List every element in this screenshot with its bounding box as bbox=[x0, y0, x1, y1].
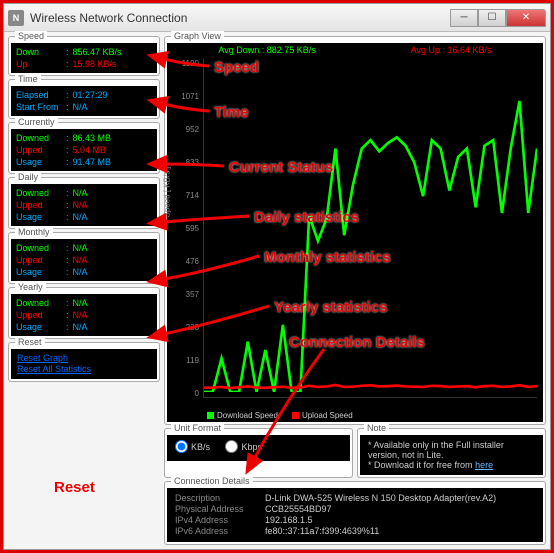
yearly-panel: Yearly Downed:N/A Upped:N/A Usage:N/A bbox=[8, 287, 160, 339]
download-link[interactable]: here bbox=[475, 460, 493, 470]
y-axis: 119010719528337145954763572381190 bbox=[169, 59, 199, 398]
unit-kbps-radio[interactable]: Kbps bbox=[225, 440, 262, 453]
connection-details-panel: Connection Details DescriptionD-Link DWA… bbox=[164, 481, 546, 545]
minimize-button[interactable]: ─ bbox=[450, 9, 478, 27]
daily-panel: Daily Downed:N/A Upped:N/A Usage:N/A bbox=[8, 177, 160, 229]
reset-panel: Reset Reset Graph Reset All Statistics bbox=[8, 342, 160, 382]
download-legend-icon bbox=[207, 412, 214, 419]
reset-all-link[interactable]: Reset All Statistics bbox=[17, 364, 151, 375]
unit-kbs-radio[interactable]: KB/s bbox=[175, 440, 210, 453]
graph-panel: Graph View Avg Down : 882.75 KB/s Avg Up… bbox=[164, 36, 546, 425]
note-panel: Note * Available only in the Full instal… bbox=[357, 428, 546, 478]
reset-graph-link[interactable]: Reset Graph bbox=[17, 353, 151, 364]
speed-chart bbox=[204, 59, 537, 392]
graph-plot bbox=[203, 59, 537, 398]
titlebar[interactable]: N Wireless Network Connection ─ ☐ ✕ bbox=[4, 4, 550, 32]
speed-panel: Speed Down:856.47 KB/s Up:15.98 KB/s bbox=[8, 36, 160, 76]
upload-legend-icon bbox=[292, 412, 299, 419]
time-panel: Time Elapsed:01:27:29 Start From:N/A bbox=[8, 79, 160, 119]
window-title: Wireless Network Connection bbox=[30, 11, 450, 25]
currently-panel: Currently Downed:86.43 MB Upped:5.04 MB … bbox=[8, 122, 160, 174]
app-icon: N bbox=[8, 10, 24, 26]
unit-panel: Unit Format KB/s Kbps bbox=[164, 428, 353, 478]
monthly-panel: Monthly Downed:N/A Upped:N/A Usage:N/A bbox=[8, 232, 160, 284]
maximize-button[interactable]: ☐ bbox=[478, 9, 506, 27]
close-button[interactable]: ✕ bbox=[506, 9, 546, 27]
app-window: N Wireless Network Connection ─ ☐ ✕ Spee… bbox=[3, 3, 551, 550]
